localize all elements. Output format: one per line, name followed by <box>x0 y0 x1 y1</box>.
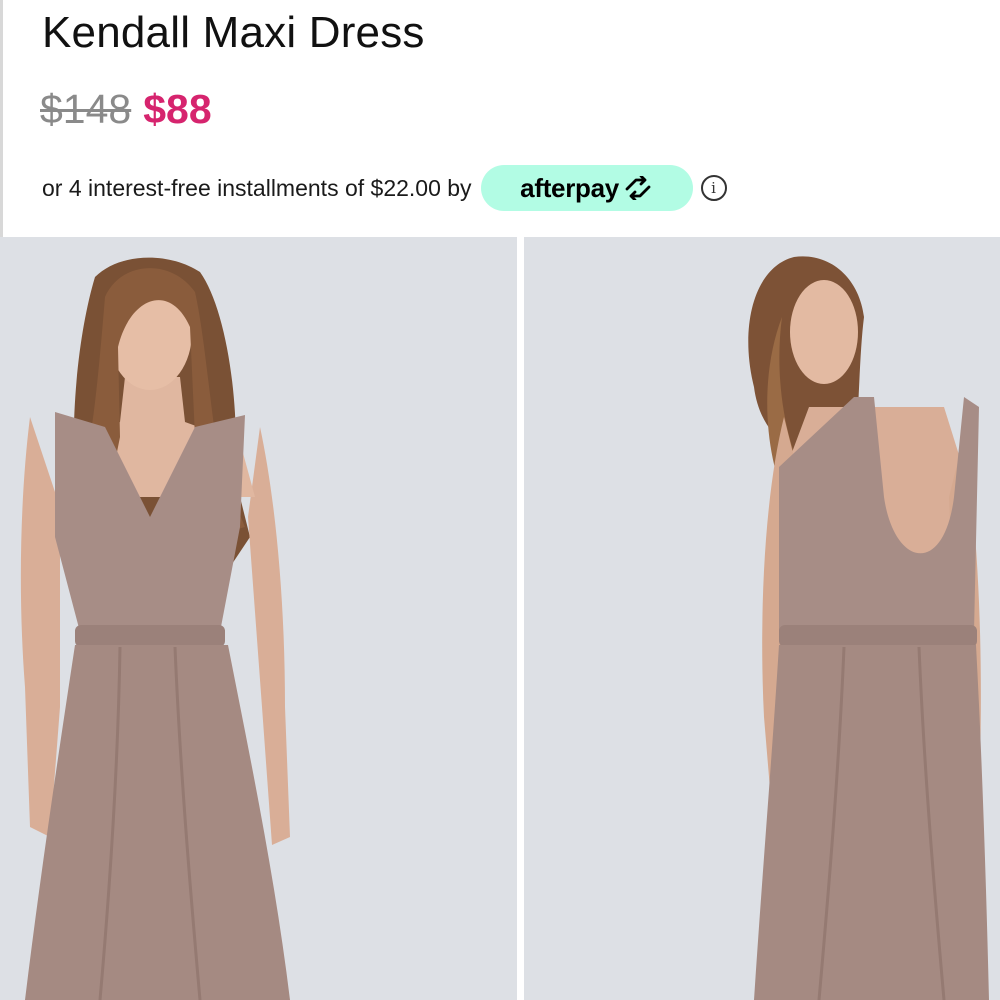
product-image-front[interactable] <box>0 237 517 1000</box>
installments-text: or 4 interest-free installments of $22.0… <box>42 174 472 201</box>
price-row: $148 $88 <box>40 86 212 133</box>
sale-price: $88 <box>143 86 212 132</box>
afterpay-logo-text: afterpay <box>520 172 619 203</box>
model-front-illustration <box>0 237 517 1000</box>
original-price: $148 <box>40 86 132 132</box>
model-back-illustration <box>524 237 1000 1000</box>
product-title: Kendall Maxi Dress <box>42 8 425 57</box>
left-edge-divider <box>0 0 3 237</box>
installments-row: or 4 interest-free installments of $22.0… <box>42 165 727 211</box>
afterpay-arrows-icon <box>625 176 651 200</box>
product-image-back[interactable] <box>524 237 1000 1000</box>
info-icon[interactable]: i <box>700 175 727 201</box>
afterpay-badge[interactable]: afterpay <box>480 165 693 211</box>
product-gallery <box>0 237 1000 1000</box>
